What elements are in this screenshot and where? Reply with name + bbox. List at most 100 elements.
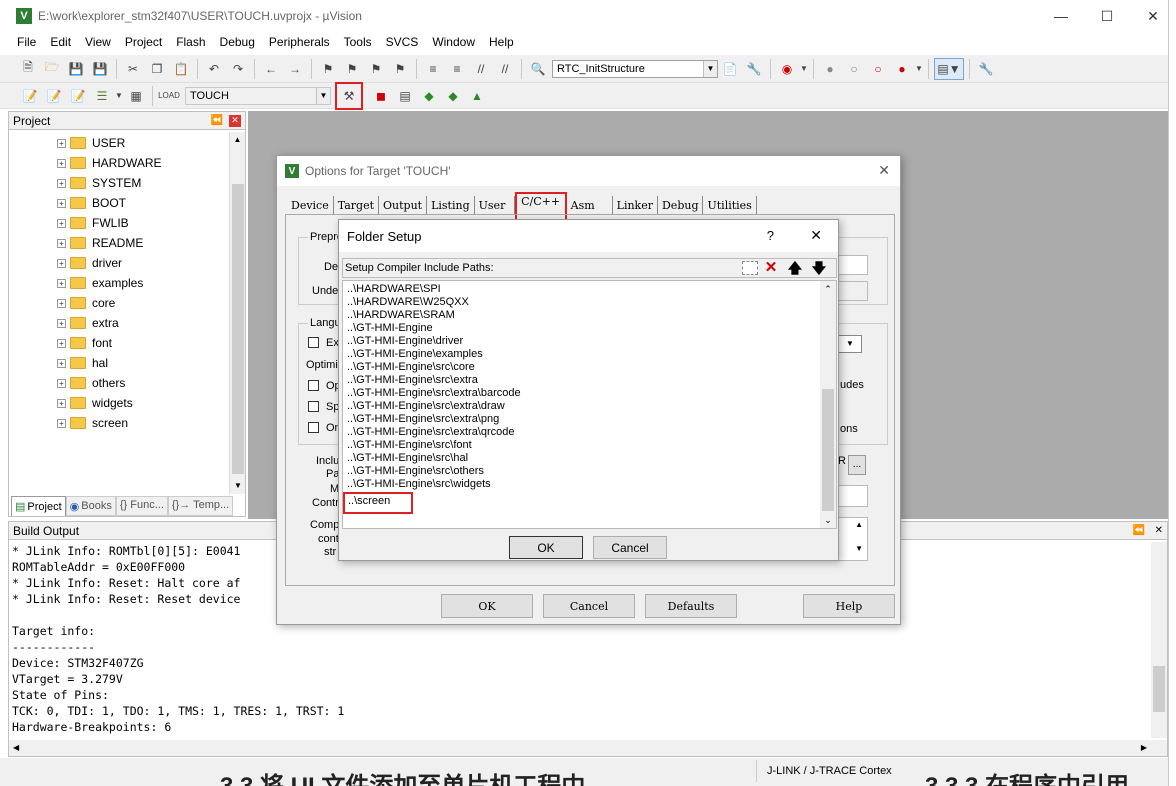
nav-back-icon[interactable]: ← [260,58,282,80]
tab-user[interactable]: User [475,196,515,214]
redo-icon[interactable]: ↷ [227,58,249,80]
download-icon[interactable]: LOAD [158,85,180,107]
browse-include-paths-button[interactable]: ... [848,455,866,475]
close-icon[interactable]: ✕ [810,227,822,244]
list-item[interactable]: ..\GT-HMI-Engine\driver [343,335,821,348]
build-icon[interactable]: 📝 [43,85,65,107]
tab-asm[interactable]: Asm [567,196,613,214]
tree-item-font[interactable]: + font [57,333,227,353]
menu-view[interactable]: View [78,35,118,49]
scroll-down-icon[interactable]: ⌄ [820,512,836,528]
configure-icon[interactable]: 🔧 [975,58,997,80]
bookmark-prev-icon[interactable]: ⚑ [341,58,363,80]
menu-peripherals[interactable]: Peripherals [262,35,337,49]
expand-icon[interactable]: + [57,258,66,268]
scroll-up-icon[interactable]: ▲ [839,518,867,532]
breakpoint-disable-icon[interactable]: ○ [843,58,865,80]
list-item[interactable]: ..\GT-HMI-Engine\src\others [343,465,821,478]
tree-item-widgets[interactable]: + widgets [57,393,227,413]
window-layout-icon[interactable]: ▤▼ [934,57,964,80]
options-for-target-icon[interactable]: ⚒ [335,81,363,110]
menu-flash[interactable]: Flash [169,35,212,49]
tree-item-system[interactable]: + SYSTEM [57,173,227,193]
list-item[interactable]: ..\GT-HMI-Engine\src\extra [343,374,821,387]
pin-icon[interactable]: ⏪ [1133,525,1145,536]
incremental-find-icon[interactable]: 🔧 [743,58,765,80]
project-scrollbar[interactable]: ▲ ▼ [229,132,245,494]
tab-books[interactable]: ◉ Books [65,496,116,516]
tab-project[interactable]: ▤ Project [11,496,66,516]
split-sections-checkbox[interactable] [308,401,319,412]
tab-listing[interactable]: Listing [427,196,475,214]
paths-scrollbar[interactable]: ⌃ ⌄ [820,281,836,528]
tab-functions[interactable]: {} Func... [115,496,168,516]
expand-icon[interactable]: + [57,338,66,348]
tab-device[interactable]: Device [287,196,334,214]
misc-controls-input[interactable] [838,485,868,507]
list-item[interactable]: ..\GT-HMI-Engine\src\widgets [343,478,821,491]
options-help-button[interactable]: Help [803,594,895,618]
nav-forward-icon[interactable]: → [284,58,306,80]
stop-build-icon[interactable]: ▦ [125,85,147,107]
tab-target[interactable]: Target [334,196,380,214]
list-item[interactable]: ..\GT-HMI-Engine\src\font [343,439,821,452]
undefine-input[interactable] [838,281,868,301]
scroll-left-icon[interactable]: ◀ [9,743,19,752]
target-dropdown[interactable]: TOUCH ▼ [185,86,331,105]
minimize-button[interactable]: — [1038,0,1084,32]
paste-icon[interactable]: 📋 [170,58,192,80]
unindent-icon[interactable]: ≡ [446,58,468,80]
expand-icon[interactable]: + [57,158,66,168]
expand-icon[interactable]: + [57,298,66,308]
tree-item-driver[interactable]: + driver [57,253,227,273]
list-item[interactable]: ..\GT-HMI-Engine\src\extra\qrcode [343,426,821,439]
tree-item-boot[interactable]: + BOOT [57,193,227,213]
select-packs-icon[interactable]: ▤ [394,85,416,107]
build-output-scrollbar[interactable] [1151,542,1167,738]
defaults-button[interactable]: Defaults [645,594,737,618]
run-time-env-icon[interactable]: ◆ [442,85,464,107]
pin-icon[interactable]: ⏪ [211,115,223,126]
maximize-button[interactable]: ☐ [1084,0,1130,32]
menu-debug[interactable]: Debug [213,35,262,49]
optimize-time-checkbox[interactable] [308,380,319,391]
open-file-icon[interactable]: 🗁 [41,58,63,80]
scroll-up-icon[interactable]: ⌃ [820,281,836,297]
close-panel-icon[interactable]: ✕ [229,114,241,127]
bookmark-next-icon[interactable]: ⚑ [365,58,387,80]
save-all-icon[interactable]: 💾 [89,58,111,80]
bookmark-icon[interactable]: ⚑ [317,58,339,80]
define-input[interactable] [838,255,868,275]
close-panel-icon[interactable]: ✕ [1155,525,1163,536]
expand-icon[interactable]: + [57,138,66,148]
expand-icon[interactable]: + [57,238,66,248]
expand-icon[interactable]: + [57,418,66,428]
menu-tools[interactable]: Tools [337,35,379,49]
scroll-right-icon[interactable]: ▶ [1141,740,1147,756]
menu-edit[interactable]: Edit [43,35,78,49]
move-up-icon[interactable]: 🡅 [786,259,804,277]
pack-installer-icon[interactable]: ◆ [418,85,440,107]
translate-icon[interactable]: 📝 [19,85,41,107]
tab-linker[interactable]: Linker [613,196,658,214]
menu-help[interactable]: Help [482,35,521,49]
manage-rte-icon[interactable]: ▲ [466,85,488,107]
breakpoint-insert-icon[interactable]: ● [819,58,841,80]
comment-icon[interactable]: // [470,58,492,80]
execute-only-checkbox[interactable] [308,337,319,348]
list-item[interactable]: ..\HARDWARE\SRAM [343,309,821,322]
copy-icon[interactable]: ❐ [146,58,168,80]
help-icon[interactable]: ? [767,228,774,243]
scroll-thumb[interactable] [1153,666,1165,712]
tab-debug[interactable]: Debug [658,196,704,214]
expand-icon[interactable]: + [57,178,66,188]
save-icon[interactable]: 💾 [65,58,87,80]
horizontal-scrollbar[interactable]: ◀ ▶ [9,740,1167,756]
tree-item-core[interactable]: + core [57,293,227,313]
tab-utilities[interactable]: Utilities [703,196,757,214]
tree-item-user[interactable]: + USER [57,133,227,153]
expand-icon[interactable]: + [57,278,66,288]
uncomment-icon[interactable]: // [494,58,516,80]
tree-item-fwlib[interactable]: + FWLIB [57,213,227,233]
menu-project[interactable]: Project [118,35,169,49]
